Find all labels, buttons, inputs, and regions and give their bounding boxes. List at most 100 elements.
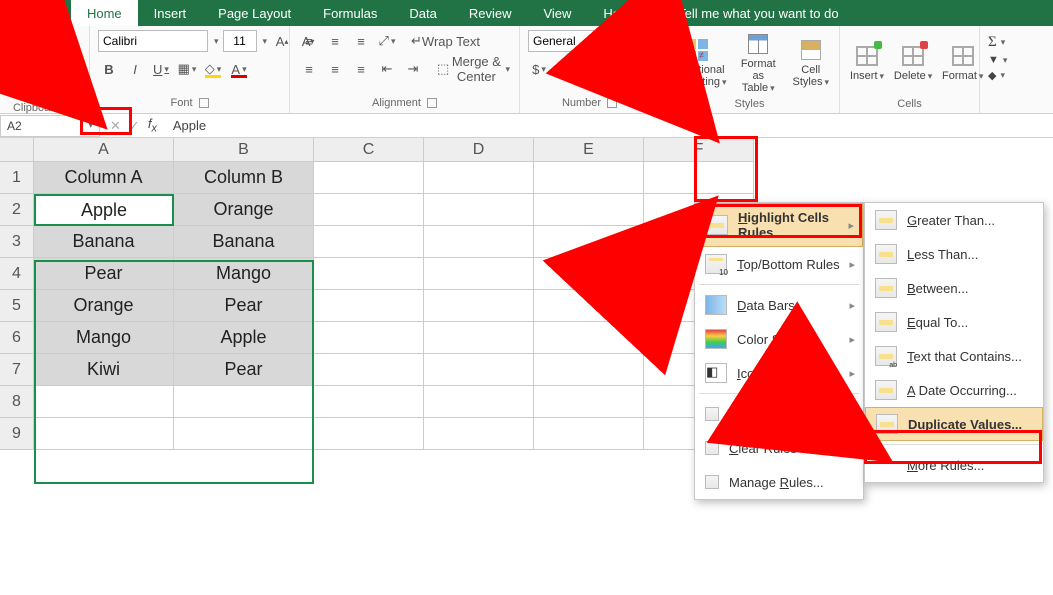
fx-icon[interactable]: fx bbox=[148, 116, 157, 135]
menu-greater-than[interactable]: Greater Than... bbox=[865, 203, 1043, 237]
column-header-A[interactable]: A bbox=[34, 138, 174, 162]
tab-pagelayout[interactable]: Page Layout bbox=[202, 0, 307, 26]
cut-button[interactable]: ✂ bbox=[49, 30, 71, 52]
column-header-E[interactable]: E bbox=[534, 138, 644, 162]
copy-button[interactable]: ⧉ bbox=[49, 54, 71, 76]
tab-view[interactable]: View bbox=[527, 0, 587, 26]
cell-E3[interactable] bbox=[534, 226, 644, 258]
conditional-formatting-button[interactable]: Conditional Formatting▾ bbox=[668, 30, 726, 96]
font-color-button[interactable]: A▾ bbox=[228, 58, 250, 80]
percent-button[interactable]: % bbox=[554, 58, 576, 80]
menu-color-scales[interactable]: Color Scales bbox=[695, 322, 863, 356]
menu-between[interactable]: Between... bbox=[865, 271, 1043, 305]
row-header-8[interactable]: 8 bbox=[0, 386, 34, 418]
formula-input[interactable]: Apple bbox=[167, 118, 1053, 133]
cell-A5[interactable]: Orange bbox=[34, 290, 174, 322]
row-header-6[interactable]: 6 bbox=[0, 322, 34, 354]
cell-C7[interactable] bbox=[314, 354, 424, 386]
cell-B2[interactable]: Orange bbox=[174, 194, 314, 226]
cell-D6[interactable] bbox=[424, 322, 534, 354]
row-header-4[interactable]: 4 bbox=[0, 258, 34, 290]
select-all-corner[interactable] bbox=[0, 138, 34, 162]
cell-A8[interactable] bbox=[34, 386, 174, 418]
fill-color-button[interactable]: ◇▾ bbox=[202, 58, 224, 80]
column-header-D[interactable]: D bbox=[424, 138, 534, 162]
menu-date-occurring[interactable]: A Date Occurring... bbox=[865, 373, 1043, 407]
cell-C2[interactable] bbox=[314, 194, 424, 226]
menu-new-rule[interactable]: New Rule... bbox=[695, 397, 863, 431]
dialog-launcher-icon[interactable] bbox=[427, 98, 437, 108]
row-header-7[interactable]: 7 bbox=[0, 354, 34, 386]
cell-A7[interactable]: Kiwi bbox=[34, 354, 174, 386]
cell-styles-button[interactable]: Cell Styles▾ bbox=[791, 30, 832, 96]
merge-center-button[interactable]: ⬚ Merge & Center▾ bbox=[436, 58, 511, 80]
tab-help[interactable]: Help bbox=[587, 0, 646, 26]
paste-button[interactable]: Paste▾ bbox=[8, 60, 43, 72]
row-header-3[interactable]: 3 bbox=[0, 226, 34, 258]
cell-B4[interactable]: Mango bbox=[174, 258, 314, 290]
cell-D2[interactable] bbox=[424, 194, 534, 226]
cell-E6[interactable] bbox=[534, 322, 644, 354]
cell-D4[interactable] bbox=[424, 258, 534, 290]
cell-D8[interactable] bbox=[424, 386, 534, 418]
increase-decimal-button[interactable]: ←.0 bbox=[606, 58, 632, 80]
cell-A6[interactable]: Mango bbox=[34, 322, 174, 354]
row-header-5[interactable]: 5 bbox=[0, 290, 34, 322]
cell-B7[interactable]: Pear bbox=[174, 354, 314, 386]
menu-top-bottom-rules[interactable]: 10 Top/Bottom Rules bbox=[695, 247, 863, 281]
menu-manage-rules[interactable]: Manage Rules... bbox=[695, 465, 863, 499]
tab-review[interactable]: Review bbox=[453, 0, 528, 26]
tab-formulas[interactable]: Formulas bbox=[307, 0, 393, 26]
align-bottom-button[interactable]: ≡ bbox=[350, 30, 372, 52]
cell-C8[interactable] bbox=[314, 386, 424, 418]
cell-B5[interactable]: Pear bbox=[174, 290, 314, 322]
cell-E1[interactable] bbox=[534, 162, 644, 194]
cell-E5[interactable] bbox=[534, 290, 644, 322]
row-header-9[interactable]: 9 bbox=[0, 418, 34, 450]
cell-A3[interactable]: Banana bbox=[34, 226, 174, 258]
tab-home[interactable]: Home bbox=[71, 0, 138, 26]
row-header-1[interactable]: 1 bbox=[0, 162, 34, 194]
align-left-button[interactable]: ≡ bbox=[298, 58, 320, 80]
align-center-button[interactable]: ≡ bbox=[324, 58, 346, 80]
font-size-input[interactable] bbox=[223, 30, 257, 52]
format-as-table-button[interactable]: Format as Table▾ bbox=[732, 30, 785, 96]
cell-D7[interactable] bbox=[424, 354, 534, 386]
cell-A4[interactable]: Pear bbox=[34, 258, 174, 290]
fill-button[interactable]: ▼▾ bbox=[988, 54, 1022, 66]
cell-F1[interactable] bbox=[644, 162, 754, 194]
cell-B9[interactable] bbox=[174, 418, 314, 450]
cell-C5[interactable] bbox=[314, 290, 424, 322]
menu-equal-to[interactable]: Equal To... bbox=[865, 305, 1043, 339]
cell-A2[interactable]: Apple bbox=[34, 194, 174, 226]
menu-more-rules[interactable]: More Rules... bbox=[865, 448, 1043, 482]
cell-B1[interactable]: Column B bbox=[174, 162, 314, 194]
number-format-select[interactable] bbox=[528, 30, 640, 52]
enter-formula-button[interactable]: ✓ bbox=[129, 118, 140, 134]
cell-E7[interactable] bbox=[534, 354, 644, 386]
format-painter-button[interactable]: 🖌 bbox=[49, 78, 71, 100]
cell-E9[interactable] bbox=[534, 418, 644, 450]
menu-highlight-cells-rules[interactable]: Highlight Cells Rules bbox=[695, 203, 863, 247]
cell-D9[interactable] bbox=[424, 418, 534, 450]
align-middle-button[interactable]: ≡ bbox=[324, 30, 346, 52]
border-button[interactable]: ▦▾ bbox=[176, 58, 198, 80]
menu-less-than[interactable]: Less Than... bbox=[865, 237, 1043, 271]
cell-C4[interactable] bbox=[314, 258, 424, 290]
cell-D1[interactable] bbox=[424, 162, 534, 194]
italic-button[interactable]: I bbox=[124, 58, 146, 80]
menu-duplicate-values[interactable]: Duplicate Values... bbox=[865, 407, 1043, 441]
cancel-formula-button[interactable]: ✕ bbox=[110, 118, 121, 134]
comma-button[interactable]: , bbox=[580, 58, 602, 80]
delete-cells-button[interactable]: Delete▾ bbox=[892, 30, 934, 96]
accounting-button[interactable]: $▾ bbox=[528, 58, 550, 80]
menu-icon-sets[interactable]: ◧ Icon Sets bbox=[695, 356, 863, 390]
cell-C3[interactable] bbox=[314, 226, 424, 258]
cell-A9[interactable] bbox=[34, 418, 174, 450]
cell-D5[interactable] bbox=[424, 290, 534, 322]
cell-D3[interactable] bbox=[424, 226, 534, 258]
tab-file[interactable]: File bbox=[18, 0, 71, 26]
format-cells-button[interactable]: Format▾ bbox=[940, 30, 985, 96]
dialog-launcher-icon[interactable] bbox=[607, 98, 617, 108]
align-right-button[interactable]: ≡ bbox=[350, 58, 372, 80]
